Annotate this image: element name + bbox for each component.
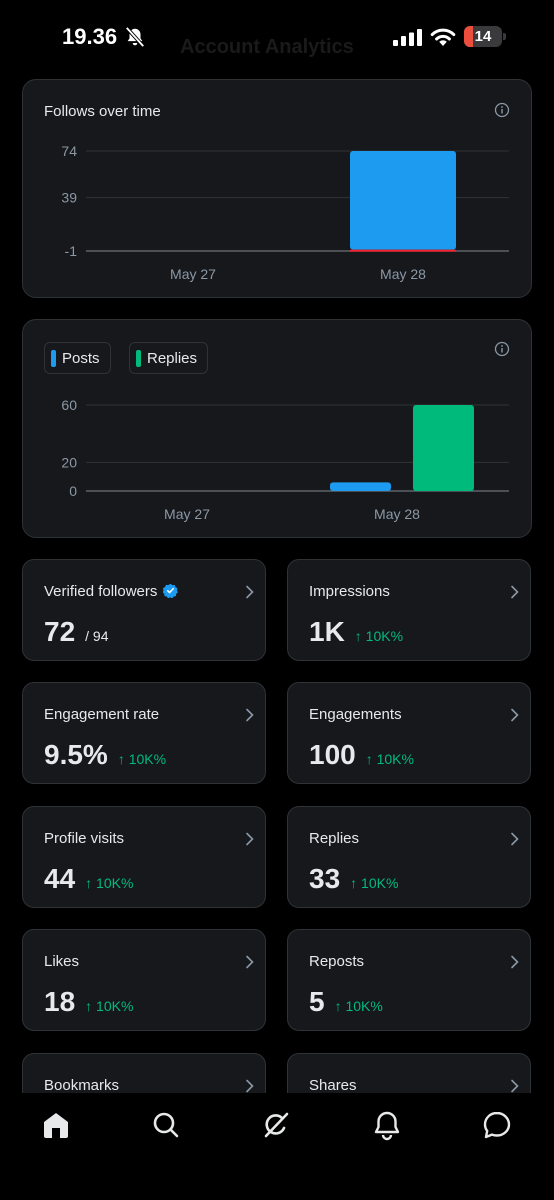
metric-value: 9.5% (44, 739, 108, 770)
metric-label: Impressions (309, 583, 390, 600)
bar (330, 482, 391, 491)
bar (350, 151, 456, 250)
battery-level: 14 (474, 28, 492, 45)
metric-value: 1K (309, 616, 345, 647)
wifi-icon (430, 28, 456, 46)
metric-value: 5 (309, 986, 325, 1017)
metric-label: Bookmarks (44, 1077, 120, 1094)
y-tick-label: 74 (61, 143, 77, 159)
metric-value-row: 100 ↑ 10K% (309, 739, 414, 771)
chevron-right-icon (246, 708, 254, 722)
verified-badge-icon (163, 583, 179, 598)
metric-label: Reposts (309, 953, 365, 970)
bell-off-icon (125, 26, 145, 48)
follows-chart-card: Follows over time 74 39 -1 May 27 May 28 (22, 79, 532, 298)
follows-chart: 74 39 -1 May 27 May 28 (61, 143, 509, 282)
chevron-right-icon (511, 708, 519, 722)
metric-change: ↑ 10K% (85, 998, 134, 1014)
x-tick-label: May 28 (380, 266, 426, 282)
metric-label: Likes (44, 953, 80, 970)
metric-value: 33 (309, 863, 341, 894)
metric-value-row: 1K ↑ 10K% (309, 616, 403, 648)
metric-change: ↑ 10K% (350, 875, 399, 891)
metric-value-row: 33 ↑ 10K% (309, 863, 398, 895)
metric-value-row: 44 ↑ 10K% (44, 863, 133, 895)
x-tick-label: May 28 (374, 506, 420, 522)
status-time: 19.36 (62, 24, 118, 49)
messages-icon[interactable] (481, 1109, 513, 1141)
bar-negative (350, 249, 456, 252)
metric-label: Engagement rate (44, 706, 160, 723)
metric-card[interactable]: Verified followers 72 / 94 (22, 559, 266, 661)
metric-change: ↑ 10K% (85, 875, 134, 891)
search-icon[interactable] (150, 1109, 182, 1141)
metric-label: Replies (309, 830, 360, 847)
metric-total: / 94 (85, 628, 109, 644)
metric-value-row: 9.5% ↑ 10K% (44, 739, 166, 771)
chevron-right-icon (511, 955, 519, 969)
metric-card[interactable]: Replies 33 ↑ 10K% (287, 806, 531, 908)
metric-change: ↑ 10K% (365, 751, 414, 767)
metric-value: 18 (44, 986, 76, 1017)
chevron-right-icon (246, 1079, 254, 1093)
chevron-right-icon (511, 585, 519, 599)
metric-change: ↑ 10K% (334, 998, 383, 1014)
y-tick-label: 39 (61, 190, 77, 206)
metric-card[interactable]: Engagement rate 9.5% ↑ 10K% (22, 682, 266, 784)
metric-value-row: 5 ↑ 10K% (309, 986, 383, 1018)
chevron-right-icon (246, 585, 254, 599)
x-tick-label: May 27 (170, 266, 216, 282)
header-title: Account Analytics (180, 36, 354, 58)
metric-value-row: 18 ↑ 10K% (44, 986, 133, 1018)
chevron-right-icon (246, 955, 254, 969)
notifications-icon[interactable] (371, 1109, 403, 1141)
metric-change: ↑ 10K% (117, 751, 167, 767)
metric-card[interactable]: Reposts 5 ↑ 10K% (287, 929, 531, 1031)
metric-value: 44 (44, 863, 76, 894)
metric-label: Profile visits (44, 830, 125, 847)
chevron-right-icon (246, 832, 254, 846)
metric-label: Verified followers (44, 583, 179, 600)
metric-value-row: 72 / 94 (44, 616, 109, 648)
metric-value: 72 (44, 616, 76, 647)
metric-card[interactable]: Impressions 1K ↑ 10K% (287, 559, 531, 661)
grok-icon[interactable] (260, 1109, 292, 1141)
metric-label: Engagements (309, 706, 402, 723)
metric-card[interactable]: Profile visits 44 ↑ 10K% (22, 806, 266, 908)
x-tick-label: May 27 (164, 506, 210, 522)
metric-value: 100 (309, 739, 356, 770)
home-icon[interactable] (40, 1109, 72, 1141)
y-tick-label: 20 (61, 454, 77, 470)
posts-replies-chart-card: Posts Replies 60 20 0 May 27 May 28 (22, 319, 532, 538)
metric-label: Shares (309, 1077, 357, 1094)
status-bar: Account Analytics 19.36 14 (0, 0, 554, 78)
y-tick-label: 60 (61, 397, 77, 413)
metric-change: ↑ 10K% (354, 628, 404, 644)
posts-replies-chart: 60 20 0 May 27 May 28 (61, 397, 509, 522)
chevron-right-icon (511, 1079, 519, 1093)
chevron-right-icon (511, 832, 519, 846)
bottom-tab-bar (0, 1093, 554, 1200)
bar (413, 405, 474, 491)
battery-tip (503, 33, 506, 40)
cellular-signal-icon (393, 29, 422, 46)
y-tick-label: -1 (65, 243, 78, 259)
metric-card[interactable]: Engagements 100 ↑ 10K% (287, 682, 531, 784)
battery-indicator: 14 (464, 26, 502, 47)
y-tick-label: 0 (69, 483, 77, 499)
metric-card[interactable]: Likes 18 ↑ 10K% (22, 929, 266, 1031)
